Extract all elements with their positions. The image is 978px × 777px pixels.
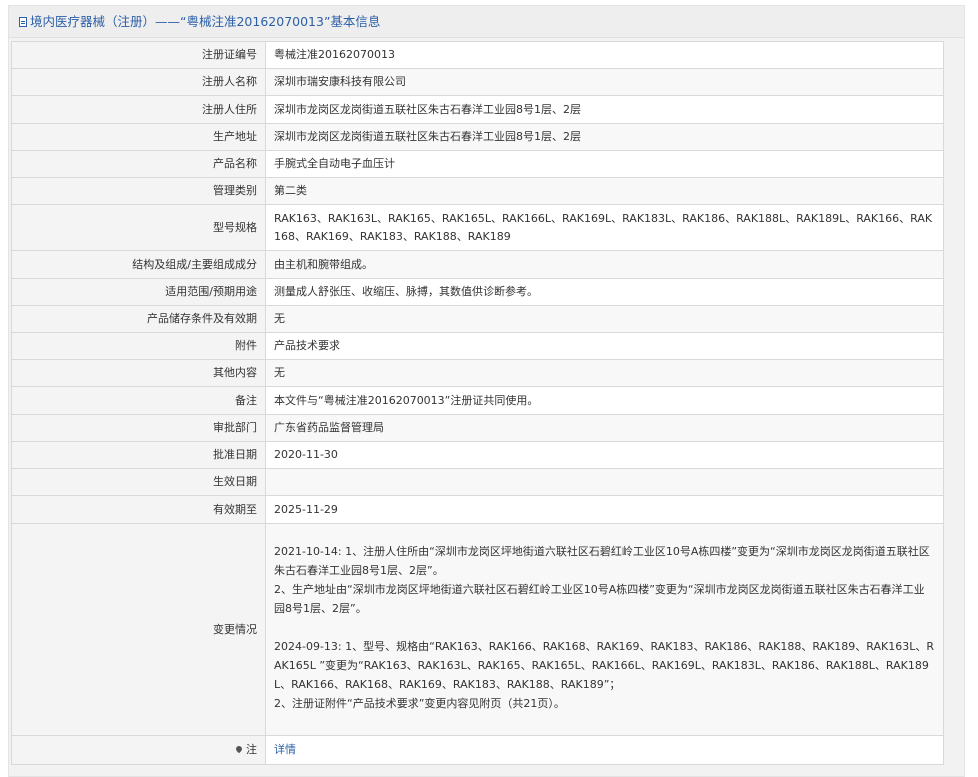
- table-row: 型号规格 RAK163、RAK163L、RAK165、RAK165L、RAK16…: [11, 204, 944, 251]
- table-row: 其他内容 无: [11, 359, 944, 387]
- row-label: 附件: [11, 332, 266, 360]
- row-value: 深圳市瑞安康科技有限公司: [265, 68, 944, 96]
- row-label: 生效日期: [11, 468, 266, 496]
- row-value: 深圳市龙岗区龙岗街道五联社区朱古石春洋工业园8号1层、2层: [265, 95, 944, 124]
- table-row: 适用范围/预期用途 测量成人舒张压、收缩压、脉搏，其数值供诊断参考。: [11, 278, 944, 306]
- page-title: 境内医疗器械（注册）——“粤械注准20162070013”基本信息: [9, 6, 964, 38]
- row-value: 无: [265, 305, 944, 333]
- row-label: 注册人住所: [11, 95, 266, 124]
- row-label: 适用范围/预期用途: [11, 278, 266, 306]
- document-icon: [19, 17, 27, 27]
- row-value: 深圳市龙岗区龙岗街道五联社区朱古石春洋工业园8号1层、2层: [265, 123, 944, 151]
- row-value: 产品技术要求: [265, 332, 944, 360]
- row-value: 广东省药品监督管理局: [265, 414, 944, 442]
- row-value: 本文件与“粤械注准20162070013”注册证共同使用。: [265, 386, 944, 415]
- table-row: 产品储存条件及有效期 无: [11, 305, 944, 333]
- table-row: 有效期至 2025-11-29: [11, 495, 944, 524]
- row-value: 由主机和腕带组成。: [265, 250, 944, 279]
- changes-text: 2021-10-14: 1、注册人住所由“深圳市龙岗区坪地街道六联社区石碧红岭工…: [274, 545, 934, 710]
- info-table: 注册证编号 粤械注准20162070013 注册人名称 深圳市瑞安康科技有限公司…: [11, 41, 944, 765]
- row-label: 型号规格: [11, 204, 266, 251]
- row-value: 2020-11-30: [265, 441, 944, 469]
- row-label: 注册人名称: [11, 68, 266, 96]
- changes-label: 变更情况: [11, 523, 266, 736]
- detail-link[interactable]: 详情: [274, 743, 296, 756]
- table-row: 附件 产品技术要求: [11, 332, 944, 360]
- table-row: 管理类别 第二类: [11, 177, 944, 205]
- note-value: 详情: [265, 735, 944, 765]
- table-row: 生效日期: [11, 468, 944, 496]
- table-row: 生产地址 深圳市龙岗区龙岗街道五联社区朱古石春洋工业园8号1层、2层: [11, 123, 944, 151]
- row-label: 备注: [11, 386, 266, 415]
- row-label: 产品名称: [11, 150, 266, 178]
- row-value: 手腕式全自动电子血压计: [265, 150, 944, 178]
- table-row: 备注 本文件与“粤械注准20162070013”注册证共同使用。: [11, 386, 944, 415]
- row-label: 生产地址: [11, 123, 266, 151]
- table-row: 审批部门 广东省药品监督管理局: [11, 414, 944, 442]
- row-value: 粤械注准20162070013: [265, 41, 944, 69]
- table-row: 注册人名称 深圳市瑞安康科技有限公司: [11, 68, 944, 96]
- pin-icon: [234, 744, 244, 754]
- table-row: 结构及组成/主要组成成分 由主机和腕带组成。: [11, 250, 944, 279]
- table-row: 注册人住所 深圳市龙岗区龙岗街道五联社区朱古石春洋工业园8号1层、2层: [11, 95, 944, 124]
- table-row-changes: 变更情况 2021-10-14: 1、注册人住所由“深圳市龙岗区坪地街道六联社区…: [11, 523, 944, 736]
- changes-value: 2021-10-14: 1、注册人住所由“深圳市龙岗区坪地街道六联社区石碧红岭工…: [265, 523, 944, 736]
- row-label: 有效期至: [11, 495, 266, 524]
- table-row: 注册证编号 粤械注准20162070013: [11, 41, 944, 69]
- table-row: 批准日期 2020-11-30: [11, 441, 944, 469]
- note-label-text: 注: [246, 743, 257, 756]
- row-value: [265, 468, 944, 496]
- note-label: 注: [11, 735, 266, 765]
- row-label: 产品储存条件及有效期: [11, 305, 266, 333]
- page-title-text: 境内医疗器械（注册）——“粤械注准20162070013”基本信息: [30, 14, 381, 29]
- row-value: 2025-11-29: [265, 495, 944, 524]
- row-label: 管理类别: [11, 177, 266, 205]
- table-row: 产品名称 手腕式全自动电子血压计: [11, 150, 944, 178]
- row-value: 第二类: [265, 177, 944, 205]
- table-row-note: 注 详情: [11, 735, 944, 765]
- row-label: 其他内容: [11, 359, 266, 387]
- row-value: 测量成人舒张压、收缩压、脉搏，其数值供诊断参考。: [265, 278, 944, 306]
- row-label: 审批部门: [11, 414, 266, 442]
- row-label: 结构及组成/主要组成成分: [11, 250, 266, 279]
- row-value: RAK163、RAK163L、RAK165、RAK165L、RAK166L、RA…: [265, 204, 944, 251]
- row-value: 无: [265, 359, 944, 387]
- row-label: 注册证编号: [11, 41, 266, 69]
- row-label: 批准日期: [11, 441, 266, 469]
